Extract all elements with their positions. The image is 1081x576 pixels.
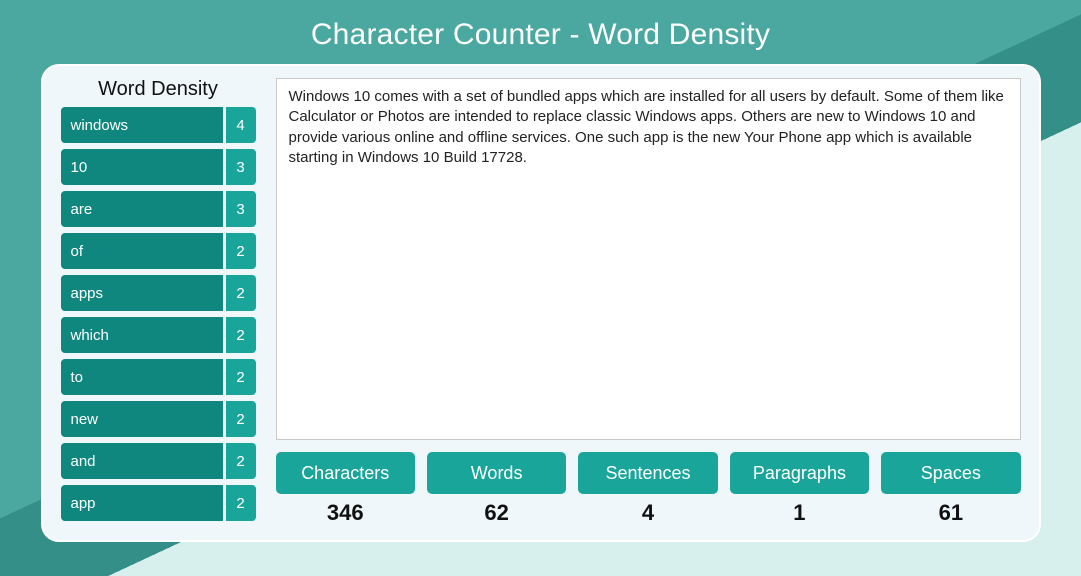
density-row: and2 (61, 443, 256, 479)
density-row: of2 (61, 233, 256, 269)
stats-row: Characters 346 Words 62 Sentences 4 Para… (276, 452, 1021, 526)
density-count: 2 (226, 443, 256, 479)
density-row: are3 (61, 191, 256, 227)
density-count: 2 (226, 233, 256, 269)
stat-words-label: Words (427, 452, 566, 494)
density-word: and (61, 443, 223, 479)
density-row: 103 (61, 149, 256, 185)
stat-characters-label: Characters (276, 452, 415, 494)
stat-characters-value: 346 (327, 500, 364, 526)
stat-sentences: Sentences 4 (578, 452, 717, 526)
main-area: Characters 346 Words 62 Sentences 4 Para… (276, 78, 1021, 526)
main-panel: Word Density windows4103are3of2apps2whic… (41, 64, 1041, 542)
stat-paragraphs: Paragraphs 1 (730, 452, 869, 526)
app-title: Character Counter - Word Density (0, 18, 1081, 52)
stat-paragraphs-value: 1 (793, 500, 805, 526)
stat-characters: Characters 346 (276, 452, 415, 526)
stat-sentences-label: Sentences (578, 452, 717, 494)
sidebar-title: Word Density (61, 78, 256, 101)
density-word: 10 (61, 149, 223, 185)
density-row: new2 (61, 401, 256, 437)
stat-paragraphs-label: Paragraphs (730, 452, 869, 494)
density-count: 3 (226, 191, 256, 227)
density-count: 2 (226, 359, 256, 395)
text-input[interactable] (276, 78, 1021, 440)
density-word: which (61, 317, 223, 353)
density-row: windows4 (61, 107, 256, 143)
density-word: app (61, 485, 223, 521)
density-word: to (61, 359, 223, 395)
density-row: apps2 (61, 275, 256, 311)
density-list: windows4103are3of2apps2which2to2new2and2… (61, 107, 256, 521)
density-count: 2 (226, 485, 256, 521)
density-word: of (61, 233, 223, 269)
density-count: 4 (226, 107, 256, 143)
app-header: Character Counter - Word Density (0, 0, 1081, 64)
density-row: app2 (61, 485, 256, 521)
density-count: 2 (226, 275, 256, 311)
stat-words: Words 62 (427, 452, 566, 526)
density-row: which2 (61, 317, 256, 353)
stat-sentences-value: 4 (642, 500, 654, 526)
density-row: to2 (61, 359, 256, 395)
stat-spaces-value: 61 (939, 500, 963, 526)
density-count: 3 (226, 149, 256, 185)
density-count: 2 (226, 317, 256, 353)
stat-spaces: Spaces 61 (881, 452, 1020, 526)
density-word: apps (61, 275, 223, 311)
stat-words-value: 62 (484, 500, 508, 526)
density-count: 2 (226, 401, 256, 437)
density-word: windows (61, 107, 223, 143)
density-word: are (61, 191, 223, 227)
word-density-sidebar: Word Density windows4103are3of2apps2whic… (61, 78, 256, 526)
stat-spaces-label: Spaces (881, 452, 1020, 494)
density-word: new (61, 401, 223, 437)
